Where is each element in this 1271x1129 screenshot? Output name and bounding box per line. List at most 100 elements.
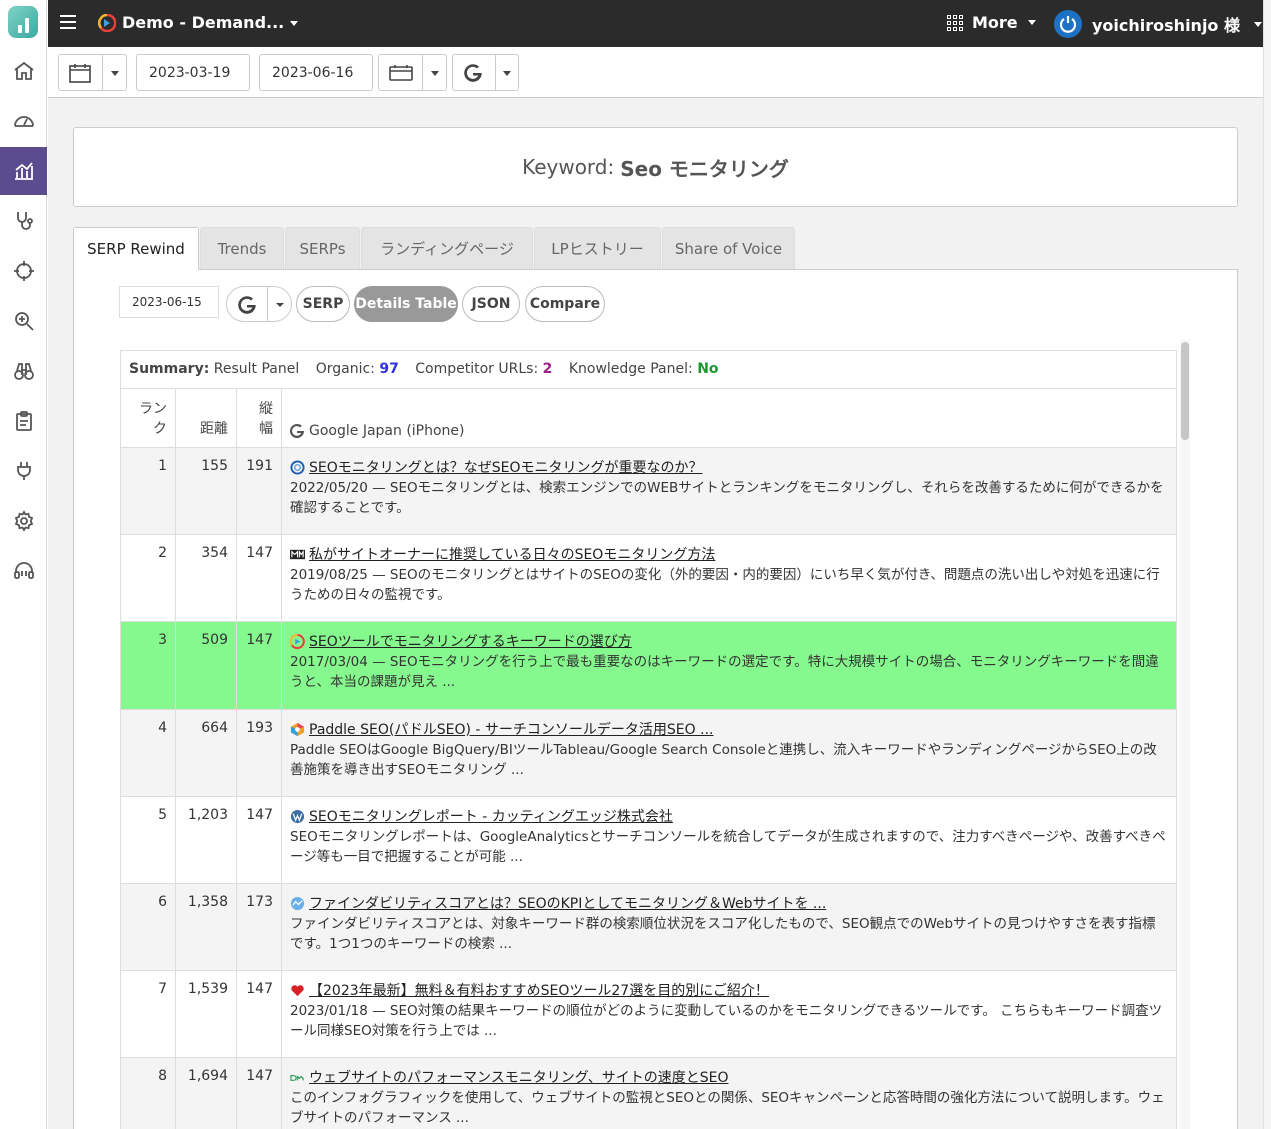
project-title: Demo - Demand... xyxy=(122,13,285,32)
result-snippet: Paddle SEOはGoogle BigQuery/BIツールTableau/… xyxy=(290,742,1157,778)
support-headset-icon[interactable] xyxy=(0,547,47,595)
hamburger-menu-icon[interactable] xyxy=(60,15,76,29)
dashboard-gauge-icon[interactable] xyxy=(0,97,47,145)
table-row: 7 1,539 147 【2023年最新】無料＆有料おすすめSEOツール27選を… xyxy=(121,971,1176,1058)
organic-count: 97 xyxy=(379,361,399,377)
home-icon[interactable] xyxy=(0,47,47,95)
site-favicon-icon xyxy=(290,459,305,475)
engine-column-header: Google Japan (iPhone) xyxy=(289,423,465,439)
result-snippet: 2017/03/04 — SEOモニタリングを行う上で最も重要なのはキーワードの… xyxy=(290,654,1159,690)
site-favicon-icon xyxy=(290,722,305,736)
knowledge-panel-status: No xyxy=(697,361,719,377)
result-snippet: 2022/05/20 — SEOモニタリングとは、検索エンジンでのWEBサイトと… xyxy=(290,480,1164,516)
keyword-prefix: Keyword: xyxy=(522,155,615,179)
calendar-preset-dropdown[interactable] xyxy=(58,54,127,91)
chevron-down-icon xyxy=(276,303,284,307)
tab-share-of-voice[interactable]: Share of Voice xyxy=(662,227,795,269)
settings-gear-icon[interactable] xyxy=(0,497,47,545)
device-dropdown[interactable] xyxy=(378,54,447,91)
table-row: 2 354 147 私がサイトオーナーに推奨している日々のSEOモニタリング方法… xyxy=(121,535,1176,622)
search-engine-dropdown[interactable] xyxy=(452,54,519,91)
plug-icon[interactable] xyxy=(0,447,47,495)
distance-column-header[interactable]: 距離 xyxy=(176,389,237,447)
zoom-search-icon[interactable] xyxy=(0,297,47,345)
result-title-link[interactable]: Paddle SEO(パドルSEO) - サーチコンソールデータ活用SEO ..… xyxy=(309,719,713,739)
details-table-button[interactable]: Details Table xyxy=(354,286,458,322)
apps-grid-icon xyxy=(947,14,963,31)
serp-view-button[interactable]: SERP xyxy=(296,286,350,322)
site-favicon-icon xyxy=(290,633,305,649)
wordpress-favicon-icon xyxy=(290,809,305,823)
result-title-link[interactable]: 【2023年最新】無料＆有料おすすめSEOツール27選を目的別にご紹介！ xyxy=(309,980,769,1000)
result-snippet: 2023/01/18 — SEO対策の結果キーワードの順位がどのように変動してい… xyxy=(290,1003,1163,1039)
result-snippet: ファインダビリティスコアとは、対象キーワード群の検索順位状況をスコア化したもので… xyxy=(290,916,1156,952)
table-header: ラン ク 距離 縦 幅 Google Japan (iPhone) xyxy=(121,389,1176,448)
chevron-down-icon xyxy=(290,21,299,26)
json-button[interactable]: JSON xyxy=(462,286,520,322)
tab-serp-rewind[interactable]: SERP Rewind xyxy=(73,227,199,270)
table-row: 8 1,694 147 ウェブサイトのパフォーマンスモニタリング、サイトの速度と… xyxy=(121,1058,1176,1129)
top-navbar: Demo - Demand... More yoichiroshinjo 様 xyxy=(48,0,1263,47)
analytics-chart-icon[interactable] xyxy=(0,147,47,195)
serp-rewind-panel: 2023-06-15 SERP Details Table JSON Compa… xyxy=(73,269,1238,1129)
summary-bar: Summary: Result Panel Organic: 97 Compet… xyxy=(121,351,1176,389)
serp-date-input[interactable]: 2023-06-15 xyxy=(119,286,219,318)
avatar xyxy=(1054,10,1082,38)
user-name: yoichiroshinjo 様 xyxy=(1092,16,1240,35)
start-date-input[interactable]: 2023-03-19 xyxy=(136,54,250,91)
table-row: 6 1,358 173 ファインダビリティスコアとは？SEOのKPIとしてモニタ… xyxy=(121,884,1176,971)
site-favicon-icon xyxy=(290,1074,304,1081)
google-icon xyxy=(464,64,482,82)
date-toolbar: 2023-03-19 2023-06-16 xyxy=(48,47,1263,98)
table-row-highlighted: 3 509 147 SEOツールでモニタリングするキーワードの選び方 2017/… xyxy=(121,622,1176,710)
end-date: 2023-06-16 xyxy=(272,64,354,81)
compare-button[interactable]: Compare xyxy=(525,286,605,322)
crosshair-icon[interactable] xyxy=(0,247,47,295)
engine-select-button[interactable] xyxy=(226,286,292,322)
table-row: 5 1,203 147 SEOモニタリングレポート - カッティングエッジ株式会… xyxy=(121,797,1176,884)
chevron-down-icon xyxy=(1254,21,1262,27)
main-content: Keyword: Seo モニタリング SERP Rewind Trends S… xyxy=(48,98,1263,1129)
power-icon xyxy=(1059,16,1077,33)
user-menu-button[interactable]: yoichiroshinjo 様 xyxy=(1054,10,1262,38)
more-label: More xyxy=(972,13,1018,32)
site-favicon-icon xyxy=(290,896,305,910)
scrollbar-thumb[interactable] xyxy=(1181,342,1189,440)
clipboard-icon[interactable] xyxy=(0,397,47,445)
result-snippet: 2019/08/25 — SEOのモニタリングとはサイトのSEOの変化（外的要因… xyxy=(290,567,1160,603)
table-scrollbar[interactable] xyxy=(1180,340,1190,1129)
app-logo[interactable] xyxy=(8,6,38,38)
calendar-icon xyxy=(69,64,91,83)
tab-lp-history[interactable]: LPヒストリー xyxy=(534,227,661,269)
stethoscope-icon[interactable] xyxy=(0,197,47,245)
result-snippet: SEOモニタリングレポートは、GoogleAnalyticsとサーチコンソールを… xyxy=(290,829,1166,865)
result-title-link[interactable]: SEOツールでモニタリングするキーワードの選び方 xyxy=(309,631,632,651)
chevron-down-icon xyxy=(503,71,511,76)
details-table: Summary: Result Panel Organic: 97 Compet… xyxy=(120,350,1177,1129)
google-icon xyxy=(289,423,305,439)
tab-serps[interactable]: SERPs xyxy=(285,227,360,269)
more-menu-button[interactable]: More xyxy=(947,13,1036,32)
keyword-value: Seo モニタリング xyxy=(620,156,789,181)
result-title-link[interactable]: ウェブサイトのパフォーマンスモニタリング、サイトの速度とSEO xyxy=(309,1067,729,1087)
table-row: 1 155 191 SEOモニタリングとは？なぜSEOモニタリングが重要なのか？… xyxy=(121,448,1176,535)
page-scrollbar[interactable] xyxy=(1263,0,1271,1129)
chevron-down-icon xyxy=(111,71,119,76)
tab-trends[interactable]: Trends xyxy=(200,227,284,269)
result-title-link[interactable]: 私がサイトオーナーに推奨している日々のSEOモニタリング方法 xyxy=(309,544,715,564)
google-icon xyxy=(238,296,256,314)
binoculars-icon[interactable] xyxy=(0,347,47,395)
end-date-input[interactable]: 2023-06-16 xyxy=(259,54,373,91)
project-logo-icon xyxy=(98,14,116,32)
device-icon xyxy=(389,65,413,81)
keyword-heading: Keyword: Seo モニタリング xyxy=(73,127,1238,207)
rank-column-header[interactable]: ラン ク xyxy=(121,389,176,447)
result-title-link[interactable]: ファインダビリティスコアとは？SEOのKPIとしてモニタリング＆Webサイトを … xyxy=(309,893,826,913)
result-title-link[interactable]: SEOモニタリングレポート - カッティングエッジ株式会社 xyxy=(309,806,673,826)
result-title-link[interactable]: SEOモニタリングとは？なぜSEOモニタリングが重要なのか？ xyxy=(309,457,703,477)
table-row: 4 664 193 Paddle SEO(パドルSEO) - サーチコンソールデ… xyxy=(121,710,1176,797)
tab-landing-pages[interactable]: ランディングページ xyxy=(361,227,533,269)
sidebar xyxy=(0,0,47,1129)
height-column-header[interactable]: 縦 幅 xyxy=(237,389,282,447)
project-selector[interactable]: Demo - Demand... xyxy=(122,13,299,32)
